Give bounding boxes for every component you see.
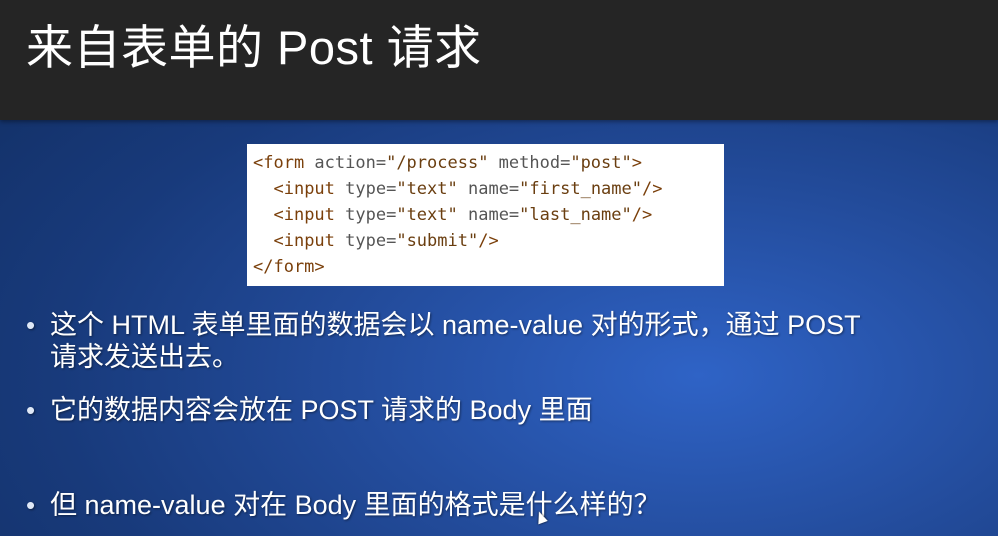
bullet-item-continuation: 请求发送出去。 <box>50 341 239 373</box>
bullet-text: 它的数据内容会放在 POST 请求的 Body 里面 <box>50 395 593 425</box>
bullet-text: 但 name-value 对在 Body 里面的格式是什么样的？ <box>50 490 661 520</box>
code-line: <input type="text" name="first_name"/> <box>273 179 663 199</box>
bullet-icon: • <box>26 395 36 425</box>
mouse-cursor-icon <box>534 509 548 525</box>
slide-title: 来自表单的 Post 请求 <box>26 21 482 74</box>
bullet-item: • 这个 HTML 表单里面的数据会以 name-value 对的形式，通过 P… <box>26 309 861 341</box>
bullet-icon: • <box>26 310 36 340</box>
bullet-item: • 但 name-value 对在 Body 里面的格式是什么样的？ <box>26 489 661 521</box>
code-line: </form> <box>253 257 325 277</box>
code-line: <input type="submit"/> <box>273 231 499 251</box>
code-line: <form action="/process" method="post"> <box>253 153 642 173</box>
code-line: <input type="text" name="last_name"/> <box>273 205 653 225</box>
bullet-item: • 它的数据内容会放在 POST 请求的 Body 里面 <box>26 394 593 426</box>
presentation-slide: 来自表单的 Post 请求 <form action="/process" me… <box>0 0 998 536</box>
bullet-text: 这个 HTML 表单里面的数据会以 name-value 对的形式，通过 POS… <box>50 310 861 340</box>
bullet-icon: • <box>26 490 36 520</box>
title-bar: 来自表单的 Post 请求 <box>0 0 998 120</box>
code-snippet: <form action="/process" method="post"> <… <box>247 144 724 286</box>
bullet-text: 请求发送出去。 <box>50 342 239 372</box>
